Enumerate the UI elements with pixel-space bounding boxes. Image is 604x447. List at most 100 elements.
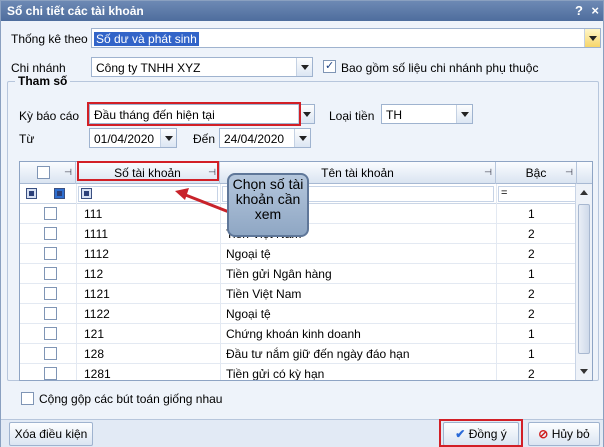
header-so-tai-khoan[interactable]: Số tài khoản ⊣ <box>76 162 220 184</box>
cell-so-tai-khoan: 1122 <box>84 307 110 321</box>
table-row[interactable]: 128 Đầu tư nắm giữ đến ngày đáo hạn 1 <box>20 344 577 364</box>
scroll-down-icon[interactable] <box>580 369 588 374</box>
filter-icon[interactable] <box>26 188 37 199</box>
cell-ten-tai-khoan: Tiền gửi có kỳ hạn <box>226 367 325 381</box>
cell-ten-tai-khoan: Ngoại tệ <box>226 247 271 261</box>
table-row[interactable]: 1281 Tiền gửi có kỳ hạn 2 <box>20 364 577 381</box>
select-all-checkbox[interactable] <box>37 166 50 179</box>
chevron-down-icon[interactable] <box>584 29 600 47</box>
cell-ten-tai-khoan: Chứng khoán kinh doanh <box>226 327 361 341</box>
help-icon[interactable]: ? <box>575 3 583 18</box>
tu-date-picker[interactable]: 01/04/2020 <box>89 128 177 148</box>
header-select-column[interactable]: ⊣ <box>20 162 76 184</box>
cell-bac: 1 <box>528 207 535 221</box>
chevron-down-icon[interactable] <box>296 58 312 76</box>
scroll-thumb[interactable] <box>578 204 590 354</box>
cell-bac: 2 <box>528 227 535 241</box>
header-so-tai-khoan-label: Số tài khoản <box>114 166 181 180</box>
cell-so-tai-khoan: 128 <box>84 347 105 361</box>
cell-so-tai-khoan: 1111 <box>84 227 109 241</box>
chi-nhanh-combo[interactable]: Công ty TNHH XYZ <box>91 57 313 77</box>
ky-bao-cao-combo[interactable]: Đầu tháng đến hiện tại <box>89 104 315 124</box>
row-checkbox[interactable] <box>44 227 57 240</box>
cell-ten-tai-khoan: Ngoại tệ <box>226 307 271 321</box>
cell-bac: 1 <box>528 327 535 341</box>
cong-gop-checkbox[interactable] <box>21 392 34 405</box>
cell-bac: 2 <box>528 367 535 381</box>
cell-so-tai-khoan: 111 <box>84 207 103 221</box>
xoa-dieu-kien-label: Xóa điều kiện <box>14 427 88 441</box>
thong-ke-value: Số dư và phát sinh <box>94 32 199 46</box>
bao-gom-checkbox[interactable] <box>323 59 336 73</box>
table-row[interactable]: 112 Tiền gửi Ngân hàng 1 <box>20 264 577 284</box>
pin-icon[interactable]: ⊣ <box>64 167 72 178</box>
thong-ke-label: Thống kê theo <box>11 32 88 46</box>
chevron-down-icon[interactable] <box>298 105 314 123</box>
cell-ten-tai-khoan: Tiền gửi Ngân hàng <box>226 267 332 281</box>
arrow-head <box>175 188 189 200</box>
row-checkbox[interactable] <box>44 327 57 340</box>
cell-so-tai-khoan: 1281 <box>84 367 111 381</box>
report-dialog: Sổ chi tiết các tài khoản ? × Thống kê t… <box>0 0 604 447</box>
table-row[interactable]: 121 Chứng khoán kinh doanh 1 <box>20 324 577 344</box>
header-ten-tai-khoan-label: Tên tài khoản <box>321 166 394 180</box>
row-checkbox[interactable] <box>44 367 57 380</box>
loai-tien-value: TH <box>386 108 402 122</box>
tu-value: 01/04/2020 <box>94 132 155 146</box>
bao-gom-label: Bao gồm số liệu chi nhánh phụ thuộc <box>341 61 539 75</box>
filter-operator: = <box>501 187 508 199</box>
check-icon: ✔ <box>455 427 466 441</box>
den-value: 24/04/2020 <box>224 132 285 146</box>
table-row[interactable]: 1112 Ngoại tệ 2 <box>20 244 577 264</box>
cell-so-tai-khoan: 112 <box>84 267 104 281</box>
row-checkbox[interactable] <box>44 207 57 220</box>
ky-bao-cao-label: Kỳ báo cáo <box>19 109 80 123</box>
row-checkbox[interactable] <box>44 267 57 280</box>
xoa-dieu-kien-button[interactable]: Xóa điều kiện <box>9 422 93 446</box>
pin-icon[interactable]: ⊣ <box>565 167 573 178</box>
row-checkbox[interactable] <box>44 287 57 300</box>
params-group-title: Tham số <box>15 74 71 88</box>
chi-nhanh-label: Chi nhánh <box>11 61 66 75</box>
window-title: Sổ chi tiết các tài khoản <box>7 4 144 18</box>
cancel-icon: ⊘ <box>538 427 549 441</box>
table-row[interactable]: 1122 Ngoại tệ 2 <box>20 304 577 324</box>
cell-so-tai-khoan: 1121 <box>84 287 110 301</box>
callout-arrow <box>175 188 230 214</box>
chevron-down-icon[interactable] <box>160 129 176 147</box>
filter-bac[interactable]: = <box>498 186 576 202</box>
cell-bac: 2 <box>528 247 535 261</box>
scroll-up-icon[interactable] <box>580 190 588 195</box>
callout-text: Chọn số tài khoản cần xem <box>232 176 304 222</box>
callout-box: Chọn số tài khoản cần xem <box>227 173 309 237</box>
table-row[interactable]: 1121 Tiền Việt Nam 2 <box>20 284 577 304</box>
filter-icon[interactable] <box>54 188 65 199</box>
chevron-down-icon[interactable] <box>456 105 472 123</box>
close-icon[interactable]: × <box>591 3 599 18</box>
cell-bac: 1 <box>528 347 535 361</box>
loai-tien-combo[interactable]: TH <box>381 104 473 124</box>
chevron-down-icon[interactable] <box>294 129 310 147</box>
pin-icon[interactable]: ⊣ <box>484 167 492 178</box>
dong-y-button[interactable]: ✔ Đồng ý <box>443 422 519 446</box>
thong-ke-combo[interactable]: Số dư và phát sinh <box>91 28 601 48</box>
cell-bac: 2 <box>528 287 535 301</box>
row-checkbox[interactable] <box>44 347 57 360</box>
arrow-line <box>182 192 230 214</box>
huy-bo-label: Hủy bỏ <box>551 427 590 441</box>
header-bac[interactable]: Bậc ⊣ <box>496 162 577 184</box>
den-date-picker[interactable]: 24/04/2020 <box>219 128 311 148</box>
row-checkbox[interactable] <box>44 307 57 320</box>
pin-icon[interactable]: ⊣ <box>208 167 216 178</box>
cell-so-tai-khoan: 1112 <box>84 247 109 261</box>
cell-bac: 2 <box>528 307 535 321</box>
filter-icon <box>81 188 92 199</box>
cell-ten-tai-khoan: Tiền Việt Nam <box>226 287 302 301</box>
den-label: Đến <box>193 132 216 146</box>
row-checkbox[interactable] <box>44 247 57 260</box>
chi-nhanh-value: Công ty TNHH XYZ <box>96 61 201 75</box>
grid-scrollbar[interactable] <box>575 184 592 380</box>
huy-bo-button[interactable]: ⊘ Hủy bỏ <box>528 422 600 446</box>
footer-bar: Xóa điều kiện ✔ Đồng ý ⊘ Hủy bỏ <box>1 419 603 447</box>
tu-label: Từ <box>19 132 35 146</box>
